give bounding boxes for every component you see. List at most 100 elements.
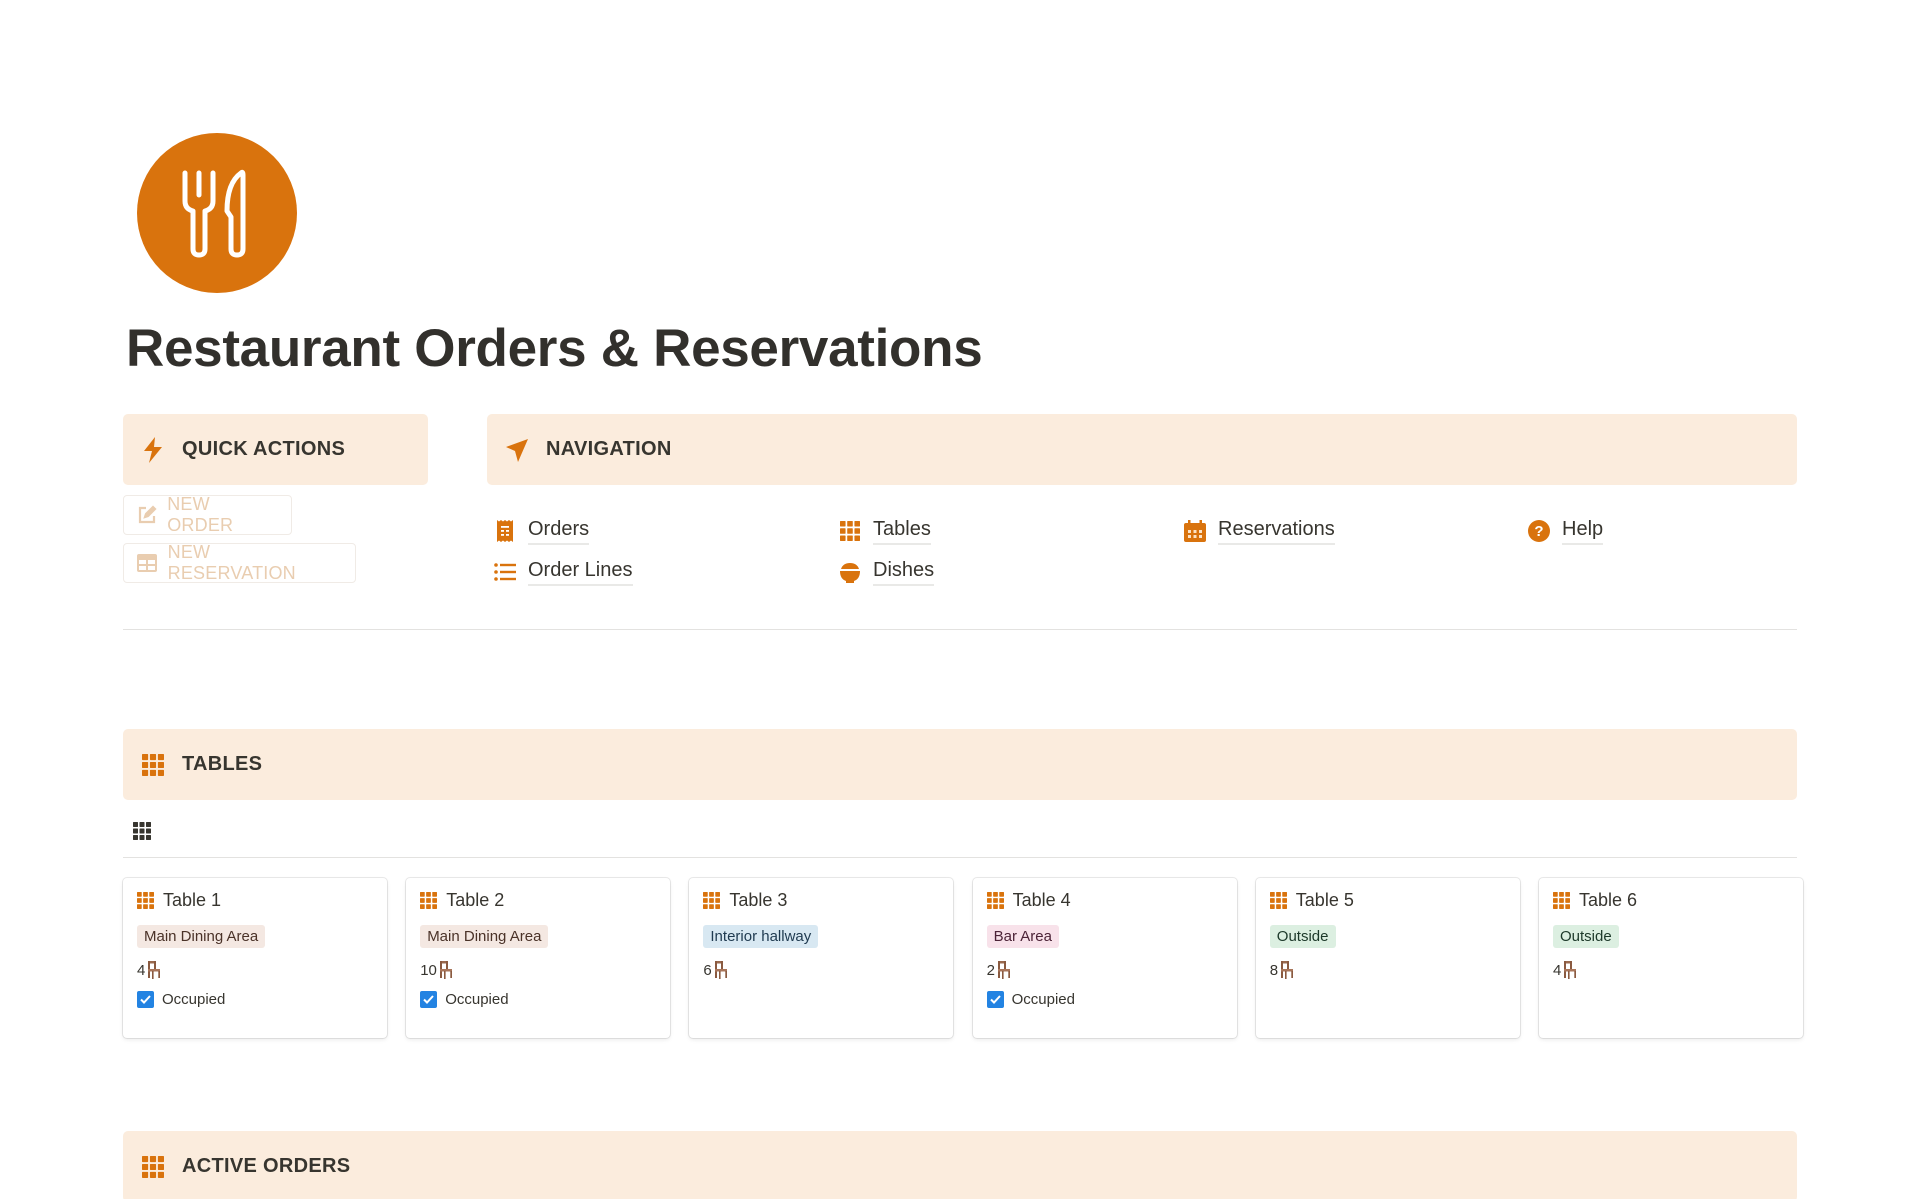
seat-count: 4 xyxy=(137,961,146,979)
area-tag: Outside xyxy=(1553,925,1619,948)
table-name: Table 4 xyxy=(1012,890,1071,910)
seat-count: 6 xyxy=(703,961,712,979)
new-order-button[interactable]: NEW ORDER xyxy=(123,494,292,535)
grid-icon xyxy=(986,892,1004,909)
section-divider xyxy=(123,629,1797,630)
nav-link-help[interactable]: ? Help xyxy=(1528,516,1604,545)
grid-icon xyxy=(1269,892,1287,909)
table-card[interactable]: Table 1 Main Dining Area 4 Occupied xyxy=(123,878,387,1038)
grid-icon xyxy=(1553,892,1570,909)
nav-link-label: Order Lines xyxy=(528,557,633,586)
navigation-arrow-icon xyxy=(504,437,530,463)
table-name: Table 2 xyxy=(446,890,505,910)
nav-link-order-lines[interactable]: Order Lines xyxy=(494,557,633,586)
tables-heading: TABLES xyxy=(182,753,263,775)
occupied-field: Occupied xyxy=(986,991,1075,1008)
quick-actions-callout: QUICK ACTIONS xyxy=(123,414,428,485)
seats-field: 4 xyxy=(137,961,161,979)
table-name: Table 5 xyxy=(1295,890,1354,910)
page-title: Restaurant Orders & Reservations xyxy=(126,319,983,378)
nav-link-reservations[interactable]: Reservations xyxy=(1184,516,1335,545)
seats-field: 10 xyxy=(420,961,453,979)
seats-field: 4 xyxy=(1553,961,1577,979)
receipt-icon xyxy=(494,519,516,542)
nav-link-orders[interactable]: Orders xyxy=(494,516,590,545)
view-divider xyxy=(123,857,1797,858)
table-card[interactable]: Table 6 Outside 4 xyxy=(1539,878,1803,1038)
navigation-heading: NAVIGATION xyxy=(546,438,672,460)
calendar-icon xyxy=(1184,519,1206,542)
new-order-label: NEW ORDER xyxy=(167,494,234,535)
list-icon xyxy=(494,561,516,583)
check-icon xyxy=(423,995,434,1004)
table-name: Table 1 xyxy=(163,890,222,910)
area-tag: Outside xyxy=(1269,925,1336,948)
seats-field: 8 xyxy=(1270,961,1294,979)
new-reservation-button[interactable]: NEW RESERVATION xyxy=(123,542,356,583)
new-reservation-label: NEW RESERVATION xyxy=(167,542,296,583)
seats-field: 2 xyxy=(987,961,1011,979)
seat-count: 4 xyxy=(1553,961,1562,979)
area-tag: Main Dining Area xyxy=(137,925,266,948)
grid-icon xyxy=(703,892,721,909)
chair-icon xyxy=(1564,961,1577,979)
occupied-label: Occupied xyxy=(1011,991,1075,1008)
grid-icon xyxy=(140,752,166,778)
area-tag: Bar Area xyxy=(986,925,1059,948)
nav-link-label: Help xyxy=(1562,516,1604,545)
nav-link-tables[interactable]: Tables xyxy=(839,516,931,545)
navigation-callout: NAVIGATION xyxy=(487,414,1797,485)
nav-link-label: Dishes xyxy=(873,557,935,586)
grid-icon xyxy=(137,892,154,909)
tables-callout: TABLES xyxy=(123,729,1797,800)
chair-icon xyxy=(1281,961,1294,979)
table-card-title-row: Table 4 xyxy=(986,890,1071,911)
svg-text:?: ? xyxy=(1534,523,1543,540)
table-card[interactable]: Table 5 Outside 8 xyxy=(1255,878,1520,1038)
area-tag: Interior hallway xyxy=(703,925,819,948)
gallery-view-icon[interactable] xyxy=(133,822,153,842)
table-card[interactable]: Table 4 Bar Area 2 Occupied xyxy=(972,878,1237,1038)
table-card-title-row: Table 2 xyxy=(420,890,504,911)
active-orders-callout: ACTIVE ORDERS xyxy=(123,1131,1797,1199)
occupied-checkbox[interactable] xyxy=(986,991,1004,1008)
active-orders-heading: ACTIVE ORDERS xyxy=(182,1155,351,1177)
chair-icon xyxy=(714,961,727,979)
nav-link-label: Orders xyxy=(528,516,590,545)
chair-icon xyxy=(439,961,452,979)
table-card-title-row: Table 5 xyxy=(1269,890,1354,911)
check-icon xyxy=(140,995,151,1004)
occupied-label: Occupied xyxy=(162,991,226,1008)
lightning-icon xyxy=(140,436,166,463)
table-card-title-row: Table 1 xyxy=(137,890,221,911)
table-name: Table 6 xyxy=(1579,890,1638,910)
occupied-label: Occupied xyxy=(445,991,509,1008)
table-icon xyxy=(136,552,158,574)
chair-icon xyxy=(148,961,161,979)
bowl-icon xyxy=(839,561,861,583)
area-tag: Main Dining Area xyxy=(420,925,549,948)
table-name: Table 3 xyxy=(729,890,788,910)
grid-icon xyxy=(140,1154,166,1180)
seat-count: 2 xyxy=(986,961,995,979)
occupied-field: Occupied xyxy=(137,991,225,1008)
nav-link-label: Reservations xyxy=(1218,516,1335,545)
check-icon xyxy=(989,995,1001,1004)
chair-icon xyxy=(997,961,1010,979)
table-card-title-row: Table 6 xyxy=(1553,890,1637,911)
page-icon[interactable] xyxy=(137,133,297,293)
table-card-title-row: Table 3 xyxy=(703,890,787,911)
quick-actions-heading: QUICK ACTIONS xyxy=(182,438,346,460)
fork-knife-icon xyxy=(182,169,246,258)
question-icon: ? xyxy=(1528,519,1550,542)
grid-icon xyxy=(839,520,861,542)
occupied-field: Occupied xyxy=(420,991,509,1008)
occupied-checkbox[interactable] xyxy=(420,991,438,1008)
seat-count: 8 xyxy=(1269,961,1279,979)
seats-field: 6 xyxy=(703,961,727,979)
occupied-checkbox[interactable] xyxy=(137,991,154,1008)
nav-link-dishes[interactable]: Dishes xyxy=(839,557,935,586)
table-card[interactable]: Table 3 Interior hallway 6 xyxy=(689,878,954,1038)
seat-count: 10 xyxy=(420,961,437,979)
table-card[interactable]: Table 2 Main Dining Area 10 Occupied xyxy=(406,878,671,1038)
